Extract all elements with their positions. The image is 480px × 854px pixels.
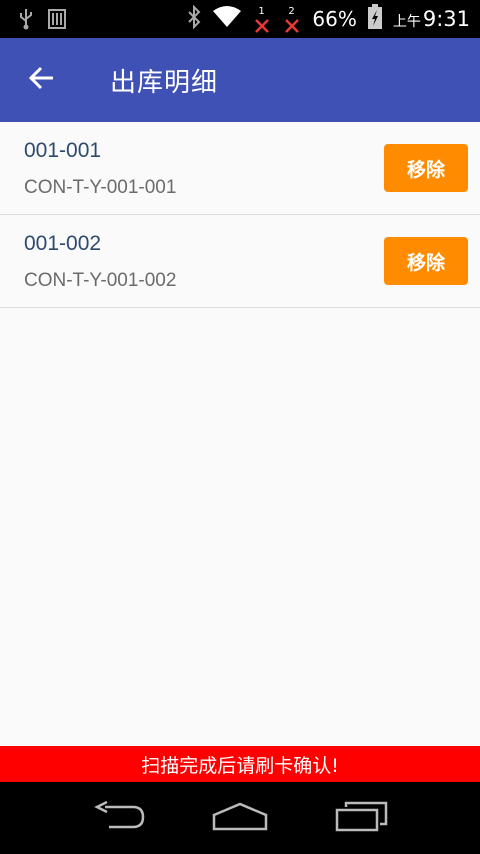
status-right-icons: 1 2 66% 上午9:31 bbox=[186, 0, 470, 38]
sim2-no-signal-icon: 2 bbox=[282, 4, 302, 34]
list-item[interactable]: 001-001 CON-T-Y-001-001 移除 bbox=[0, 122, 480, 215]
sim2-label: 2 bbox=[288, 6, 295, 17]
nav-recents-icon bbox=[334, 800, 390, 836]
nav-back-icon bbox=[93, 800, 147, 835]
usb-icon bbox=[18, 8, 34, 34]
app-bar: 出库明细 bbox=[0, 38, 480, 122]
nav-recents-button[interactable] bbox=[327, 798, 397, 838]
item-container-code: CON-T-Y-001-001 bbox=[24, 177, 177, 198]
remove-button[interactable]: 移除 bbox=[384, 144, 468, 192]
item-code: 001-002 bbox=[24, 232, 102, 255]
item-container-code: CON-T-Y-001-002 bbox=[24, 270, 177, 291]
nav-home-icon bbox=[211, 801, 269, 835]
page-title: 出库明细 bbox=[110, 68, 219, 98]
navigation-bar bbox=[0, 782, 480, 854]
status-left-icons bbox=[18, 8, 66, 34]
wifi-icon bbox=[212, 5, 242, 33]
remove-button[interactable]: 移除 bbox=[384, 237, 468, 285]
nav-back-button[interactable] bbox=[85, 798, 155, 838]
list-item[interactable]: 001-002 CON-T-Y-001-002 移除 bbox=[0, 215, 480, 308]
status-bar: 1 2 66% 上午9:31 bbox=[0, 0, 480, 38]
arrow-back-icon bbox=[28, 66, 55, 94]
sim1-label: 1 bbox=[258, 6, 265, 17]
battery-charging-icon bbox=[367, 4, 383, 34]
outbound-detail-list: 001-001 CON-T-Y-001-001 移除 001-002 CON-T… bbox=[0, 122, 480, 308]
clock-prefix: 上午 bbox=[392, 14, 421, 30]
nav-home-button[interactable] bbox=[205, 798, 275, 838]
clock: 上午9:31 bbox=[393, 7, 470, 31]
item-code: 001-001 bbox=[24, 139, 102, 162]
back-button[interactable] bbox=[22, 60, 62, 100]
clock-time: 9:31 bbox=[422, 7, 470, 31]
bluetooth-icon bbox=[186, 4, 202, 33]
battery-percent: 66% bbox=[312, 7, 357, 31]
sim1-no-signal-icon: 1 bbox=[252, 4, 272, 34]
sim-card-icon bbox=[48, 9, 66, 33]
scan-confirm-banner: 扫描完成后请刷卡确认! bbox=[0, 746, 480, 782]
